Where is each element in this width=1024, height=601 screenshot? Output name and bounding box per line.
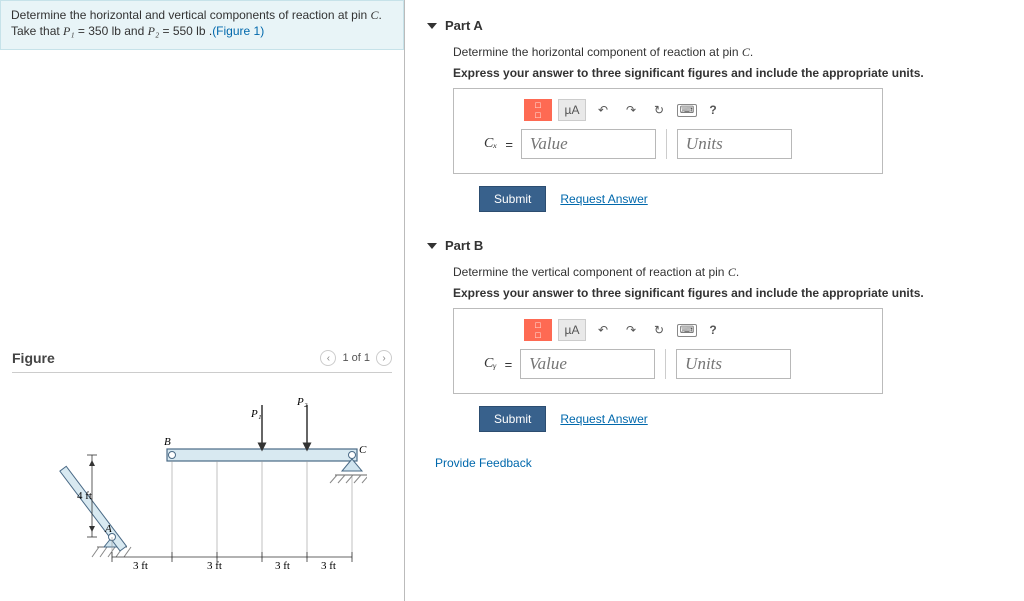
pager-count: 1 of 1: [342, 352, 370, 364]
problem-line: Determine the horizontal and vertical co…: [11, 8, 371, 22]
partB-instr: Express your answer to three significant…: [453, 286, 1006, 300]
partA-var: Cₓ: [484, 136, 497, 152]
label-P2: P₂: [296, 396, 308, 408]
pin-label: C: [371, 8, 379, 22]
partA-toolbar: □□ µA ↶ ↷ ↻ ⌨ ?: [524, 99, 870, 121]
dim-height: 4 ft: [77, 490, 92, 502]
take-text: Take that: [11, 24, 63, 38]
p1-label: P₁: [63, 24, 75, 38]
partB-title: Part B: [445, 238, 483, 253]
provide-feedback-link[interactable]: Provide Feedback: [435, 456, 1006, 470]
keyboard-icon[interactable]: ⌨: [676, 319, 698, 341]
partB-pin: C: [728, 265, 736, 279]
figure-pager: ‹ 1 of 1 ›: [320, 350, 392, 366]
redo-icon[interactable]: ↷: [620, 99, 642, 121]
partB-submit-button[interactable]: Submit: [479, 406, 546, 432]
pager-next-button[interactable]: ›: [376, 350, 392, 366]
p1-value: = 350 lb: [75, 24, 121, 38]
partB-body: Determine the vertical component of reac…: [427, 257, 1006, 436]
partB-units-input[interactable]: [676, 349, 791, 379]
right-panel: Part A Determine the horizontal componen…: [405, 0, 1024, 601]
partA-submit-button[interactable]: Submit: [479, 186, 546, 212]
partA-body: Determine the horizontal component of re…: [427, 37, 1006, 216]
symbols-button[interactable]: µA: [558, 99, 586, 121]
left-panel: Determine the horizontal and vertical co…: [0, 0, 405, 601]
symbols-button[interactable]: µA: [558, 319, 586, 341]
figure-link[interactable]: (Figure 1): [212, 24, 264, 38]
partA-instr: Express your answer to three significant…: [453, 66, 1006, 80]
partA-pin: C: [742, 45, 750, 59]
partA-title: Part A: [445, 18, 483, 33]
redo-icon[interactable]: ↷: [620, 319, 642, 341]
partA-request-answer[interactable]: Request Answer: [560, 192, 647, 206]
dim1: 3 ft: [133, 560, 148, 572]
partA-answer-box: □□ µA ↶ ↷ ↻ ⌨ ? Cₓ =: [453, 88, 883, 174]
figure-header: Figure ‹ 1 of 1 ›: [0, 350, 404, 366]
partA-prompt: Determine the horizontal component of re…: [453, 45, 1006, 60]
partA-submit-row: Submit Request Answer: [479, 186, 1006, 212]
partB-value-input[interactable]: [520, 349, 655, 379]
truss-svg: 4 ft B C A P₁ P₂ 3 ft 3 ft 3 ft 3 ft: [37, 387, 367, 577]
eq-sign: =: [505, 137, 513, 152]
label-A: A: [104, 523, 112, 535]
partA-tail: .: [750, 45, 753, 59]
separator: [665, 349, 666, 379]
partA-units-input[interactable]: [677, 129, 792, 159]
help-icon[interactable]: ?: [704, 319, 722, 341]
label-B: B: [164, 436, 171, 448]
templates-button[interactable]: □□: [524, 319, 552, 341]
eq-sign: =: [505, 357, 513, 372]
pager-prev-button[interactable]: ‹: [320, 350, 336, 366]
partA-prompt-text: Determine the horizontal component of re…: [453, 45, 742, 59]
figure-diagram: 4 ft B C A P₁ P₂ 3 ft 3 ft 3 ft 3 ft: [0, 373, 404, 577]
undo-icon[interactable]: ↶: [592, 99, 614, 121]
partB-answer-box: □□ µA ↶ ↷ ↻ ⌨ ? Cᵧ =: [453, 308, 883, 394]
caret-down-icon: [427, 23, 437, 29]
reset-icon[interactable]: ↻: [648, 99, 670, 121]
keyboard-icon[interactable]: ⌨: [676, 99, 698, 121]
partB-toolbar: □□ µA ↶ ↷ ↻ ⌨ ?: [524, 319, 870, 341]
partA-input-row: Cₓ =: [484, 129, 870, 159]
dim4: 3 ft: [321, 560, 336, 572]
partB-header[interactable]: Part B: [427, 238, 1006, 253]
partA-header[interactable]: Part A: [427, 18, 1006, 33]
partA-value-input[interactable]: [521, 129, 656, 159]
partB-request-answer[interactable]: Request Answer: [560, 412, 647, 426]
dim2: 3 ft: [207, 560, 222, 572]
partB-tail: .: [736, 265, 739, 279]
partB-prompt: Determine the vertical component of reac…: [453, 265, 1006, 280]
templates-button[interactable]: □□: [524, 99, 552, 121]
problem-statement: Determine the horizontal and vertical co…: [0, 0, 404, 50]
and-text: and: [121, 24, 148, 38]
figure-title: Figure: [12, 350, 55, 366]
partB-prompt-text: Determine the vertical component of reac…: [453, 265, 728, 279]
caret-down-icon: [427, 243, 437, 249]
p2-label: P₂: [148, 24, 160, 38]
help-icon[interactable]: ?: [704, 99, 722, 121]
reset-icon[interactable]: ↻: [648, 319, 670, 341]
problem-tail: .: [379, 8, 382, 22]
undo-icon[interactable]: ↶: [592, 319, 614, 341]
p2-value: = 550 lb .: [159, 24, 212, 38]
partB-var: Cᵧ: [484, 356, 497, 372]
partB-submit-row: Submit Request Answer: [479, 406, 1006, 432]
separator: [666, 129, 667, 159]
partB-input-row: Cᵧ =: [484, 349, 870, 379]
dim3: 3 ft: [275, 560, 290, 572]
label-C: C: [359, 444, 367, 456]
label-P1: P₁: [250, 408, 262, 420]
app: Determine the horizontal and vertical co…: [0, 0, 1024, 601]
